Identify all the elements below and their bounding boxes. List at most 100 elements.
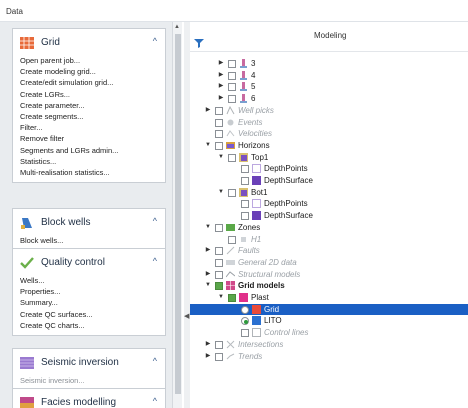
tree-node[interactable]: ▶ 6 [190, 93, 468, 104]
menu-item[interactable]: Create LGRs... [20, 89, 165, 100]
chevron-down-icon[interactable]: ▼ [204, 222, 212, 233]
panel-header[interactable]: Quality control ^ [13, 249, 165, 275]
chevron-down-icon[interactable]: ▼ [204, 140, 212, 151]
tree-node[interactable]: ▶ Trends [190, 351, 468, 362]
tree-node[interactable]: ▶ 3 [190, 58, 468, 69]
tree-node[interactable]: Events [190, 117, 468, 128]
tree-node[interactable]: ▶ Intersections [190, 339, 468, 350]
visibility-checkbox[interactable] [241, 165, 249, 174]
visibility-radio[interactable] [241, 317, 249, 326]
visibility-checkbox[interactable] [241, 177, 249, 185]
chevron-down-icon[interactable]: ▼ [204, 280, 212, 291]
tree-node[interactable]: ▼ Horizons [190, 140, 468, 151]
tree-node[interactable]: Control lines [190, 327, 468, 338]
menu-item[interactable]: Create modeling grid... [20, 66, 165, 77]
left-scrollbar[interactable]: ▲ [172, 22, 182, 408]
menu-item[interactable]: Statistics... [20, 156, 165, 167]
tree-node[interactable]: ▶ 5 [190, 81, 468, 92]
menu-item[interactable]: Block wells... [20, 235, 165, 246]
chevron-right-icon[interactable]: ▶ [204, 269, 212, 280]
tree-node[interactable]: ▶ Faults [190, 245, 468, 256]
visibility-checkbox[interactable] [215, 141, 223, 150]
menu-item[interactable]: Summary... [20, 297, 165, 308]
visibility-checkbox[interactable] [228, 95, 236, 104]
tree-node[interactable]: H1 [190, 234, 468, 245]
chevron-right-icon[interactable]: ▶ [204, 339, 212, 350]
chevron-right-icon[interactable]: ▶ [217, 70, 225, 81]
panel-header[interactable]: Facies modelling ^ [13, 389, 165, 408]
visibility-checkbox[interactable] [215, 223, 223, 232]
visibility-checkbox[interactable] [215, 340, 223, 349]
tree-node[interactable]: General 2D data [190, 257, 468, 268]
chevron-up-icon[interactable]: ^ [153, 396, 157, 406]
tree-node[interactable]: ▶ 4 [190, 70, 468, 81]
visibility-checkbox[interactable] [228, 188, 236, 197]
visibility-radio[interactable] [241, 305, 249, 314]
menu-item[interactable]: Create QC surfaces... [20, 309, 165, 320]
chevron-right-icon[interactable]: ▶ [204, 105, 212, 116]
tree-node[interactable]: ▼ Grid models [190, 280, 468, 291]
tree-node[interactable]: ▼ Bot1 [190, 187, 468, 198]
chevron-down-icon[interactable]: ▼ [217, 152, 225, 163]
tree-node[interactable]: ▶ Structural models [190, 269, 468, 280]
chevron-down-icon[interactable]: ▼ [217, 292, 225, 303]
menu-item[interactable]: Create/edit simulation grid... [20, 77, 165, 88]
chevron-right-icon[interactable]: ▶ [217, 81, 225, 92]
chevron-right-icon[interactable]: ▶ [217, 58, 225, 69]
tree-node[interactable]: DepthPoints [190, 163, 468, 174]
menu-item[interactable]: Wells... [20, 275, 165, 286]
visibility-checkbox[interactable] [215, 258, 223, 267]
chevron-up-icon[interactable]: ^ [153, 356, 157, 366]
tree-node[interactable]: Grid [190, 303, 468, 315]
visibility-checkbox[interactable] [215, 130, 223, 139]
visibility-checkbox[interactable] [228, 153, 236, 162]
menu-item[interactable]: Multi-realisation statistics... [20, 167, 165, 178]
visibility-checkbox[interactable] [215, 352, 223, 361]
menu-item[interactable]: Create QC charts... [20, 320, 165, 331]
visibility-checkbox[interactable] [228, 71, 236, 80]
chevron-down-icon[interactable]: ▼ [217, 187, 225, 198]
scroll-up-icon[interactable]: ▲ [174, 24, 180, 30]
menu-item[interactable]: Filter... [20, 122, 165, 133]
chevron-right-icon[interactable]: ▶ [204, 245, 212, 256]
menu-item[interactable]: Properties... [20, 286, 165, 297]
visibility-checkbox[interactable] [241, 200, 249, 209]
tree-node[interactable]: DepthSurface [190, 210, 468, 221]
visibility-checkbox[interactable] [215, 118, 223, 127]
tree-node[interactable]: Velocities [190, 128, 468, 139]
chevron-right-icon[interactable]: ▶ [204, 351, 212, 362]
tree-node[interactable]: DepthSurface [190, 175, 468, 186]
menu-item[interactable]: Segments and LGRs admin... [20, 145, 165, 156]
panel-header[interactable]: Seismic inversion ^ [13, 349, 165, 375]
panel-header[interactable]: Block wells ^ [13, 209, 165, 235]
tree-node[interactable]: ▼ Top1 [190, 152, 468, 163]
scrollbar-thumb[interactable] [175, 34, 181, 394]
chevron-right-icon[interactable]: ▶ [217, 93, 225, 104]
collapse-arrow-icon[interactable]: ◀ [184, 312, 189, 320]
visibility-checkbox[interactable] [228, 60, 236, 68]
menu-item[interactable]: Create parameter... [20, 100, 165, 111]
tree-node[interactable]: ▶ Well picks [190, 105, 468, 116]
menu-item[interactable]: Remove filter [20, 133, 165, 144]
visibility-checkbox[interactable] [215, 282, 223, 291]
visibility-checkbox[interactable] [215, 247, 223, 256]
visibility-checkbox[interactable] [241, 329, 249, 338]
chevron-up-icon[interactable]: ^ [153, 216, 157, 226]
menu-item[interactable]: Open parent job... [20, 55, 165, 66]
menu-item[interactable]: Create segments... [20, 111, 165, 122]
panel-header[interactable]: Grid ^ [13, 29, 165, 55]
tree-node[interactable]: ▼ Zones [190, 222, 468, 233]
tree-node[interactable]: ▼ Plast [190, 292, 468, 303]
visibility-checkbox[interactable] [215, 106, 223, 115]
filter-icon[interactable] [194, 38, 204, 48]
visibility-checkbox[interactable] [228, 235, 236, 244]
visibility-checkbox[interactable] [215, 270, 223, 279]
menu-item[interactable]: Seismic inversion... [20, 375, 165, 386]
visibility-checkbox[interactable] [228, 83, 236, 92]
chevron-up-icon[interactable]: ^ [153, 36, 157, 46]
chevron-up-icon[interactable]: ^ [153, 256, 157, 266]
tree-node[interactable]: LITO [190, 315, 468, 326]
visibility-checkbox[interactable] [241, 212, 249, 221]
visibility-checkbox[interactable] [228, 294, 236, 302]
tree-node[interactable]: DepthPoints [190, 198, 468, 209]
